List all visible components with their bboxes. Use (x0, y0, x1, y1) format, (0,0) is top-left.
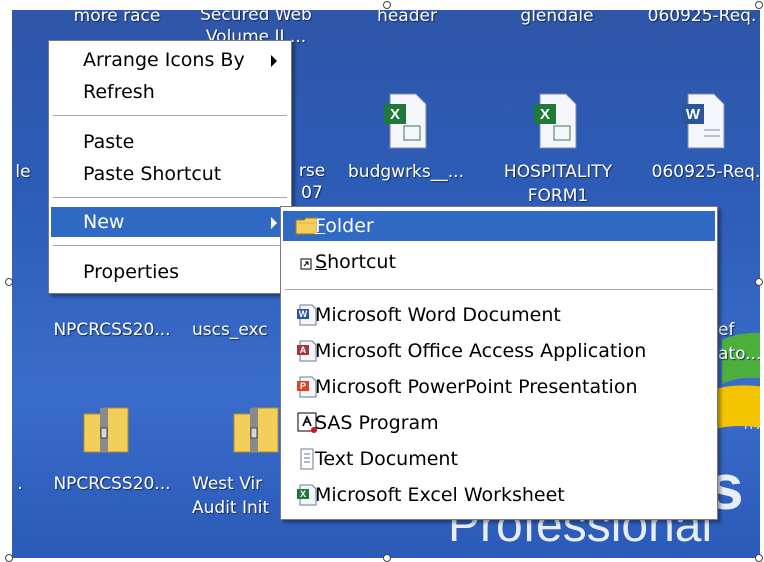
menu-item-label: Folder (315, 215, 374, 237)
desktop-icon-label[interactable]: NPCRCSS20... (42, 318, 182, 342)
menu-separator (53, 115, 287, 117)
svg-text:W: W (299, 309, 308, 319)
desktop-icon-label[interactable]: glendale (502, 10, 612, 28)
desktop-icon-label[interactable]: . (12, 472, 30, 496)
menu-separator (285, 289, 713, 291)
desktop-icon-label[interactable]: budgwrks__... (336, 160, 476, 184)
menu-item-new-sas-program[interactable]: SAS Program (283, 408, 715, 438)
menu-item-new-access-application[interactable]: A Microsoft Office Access Application (283, 336, 715, 366)
desktop-icon-label[interactable]: more race (52, 10, 182, 28)
resize-handle[interactable] (383, 554, 391, 562)
menu-item-label: Microsoft Word Document (315, 304, 561, 326)
desktop-screenshot: Professional s TM more race Secured Web … (12, 10, 760, 558)
menu-item-label: Microsoft PowerPoint Presentation (315, 376, 638, 398)
svg-text:X: X (540, 106, 550, 123)
desktop-icon-label[interactable]: HOSPITALITY FORM1 (488, 160, 628, 208)
submenu-arrow-icon (271, 217, 277, 229)
menu-item-label: Microsoft Office Access Application (315, 340, 647, 362)
menu-item-new-excel-worksheet[interactable]: X Microsoft Excel Worksheet (283, 480, 715, 510)
svg-text:P: P (300, 381, 306, 391)
desktop-icon-label[interactable]: header (352, 10, 462, 28)
menu-separator (53, 245, 287, 247)
desktop-icon-label[interactable]: NPCRCSS20... (42, 472, 182, 496)
menu-item-paste-shortcut[interactable]: Paste Shortcut (51, 159, 289, 189)
zip-folder-icon[interactable] (82, 400, 130, 458)
menu-item-new-word-document[interactable]: W Microsoft Word Document (283, 300, 715, 330)
menu-item-label: New (83, 211, 125, 233)
word-file-icon[interactable]: W (680, 92, 728, 150)
menu-item-properties[interactable]: Properties (51, 257, 289, 287)
desktop-icon-label[interactable]: 060925-Req. (636, 160, 760, 184)
menu-item-label: Paste (83, 131, 135, 153)
menu-item-label: Shortcut (315, 251, 396, 273)
excel-file-icon[interactable]: X (382, 92, 430, 150)
resize-handle[interactable] (5, 278, 13, 286)
menu-item-label: SAS Program (315, 412, 439, 434)
menu-item-label: Paste Shortcut (83, 163, 222, 185)
desktop-icon-label[interactable]: 060925-Req. (632, 10, 760, 28)
resize-handle[interactable] (383, 1, 391, 9)
excel-file-icon[interactable]: X (532, 92, 580, 150)
desktop-icon-label[interactable]: uscs_exc (192, 318, 292, 342)
menu-item-new-text-document[interactable]: Text Document (283, 444, 715, 474)
svg-text:X: X (390, 106, 400, 123)
menu-item-label: Arrange Icons By (83, 49, 245, 71)
menu-item-paste[interactable]: Paste (51, 127, 289, 157)
svg-text:A: A (300, 345, 307, 355)
menu-item-refresh[interactable]: Refresh (51, 77, 289, 107)
desktop-icon-label[interactable]: le (12, 160, 38, 184)
resize-handle[interactable] (755, 1, 763, 9)
desktop-icon-label[interactable]: West Vir Audit Init (192, 472, 282, 520)
menu-item-arrange-icons-by[interactable]: Arrange Icons By (51, 45, 289, 75)
menu-item-label: Text Document (315, 448, 458, 470)
menu-item-new[interactable]: New (51, 207, 289, 237)
submenu-arrow-icon (271, 55, 277, 67)
resize-handle[interactable] (5, 554, 13, 562)
zip-folder-icon[interactable] (232, 400, 280, 458)
menu-item-label: Microsoft Excel Worksheet (315, 484, 565, 506)
menu-item-label: Refresh (83, 81, 155, 103)
desktop-context-menu: Arrange Icons By Refresh Paste Paste Sho… (48, 40, 292, 294)
new-submenu: Folder Shortcut W Microsoft Word Documen… (280, 206, 718, 520)
desktop-icon-label[interactable]: ef ato... (718, 318, 760, 366)
menu-item-label: Properties (83, 261, 180, 283)
resize-handle[interactable] (755, 278, 763, 286)
menu-separator (53, 197, 287, 199)
desktop-icon-label[interactable]: rse 07 (292, 160, 332, 204)
svg-text:X: X (300, 489, 306, 499)
menu-item-new-powerpoint-presentation[interactable]: P Microsoft PowerPoint Presentation (283, 372, 715, 402)
resize-handle[interactable] (755, 554, 763, 562)
menu-item-new-folder[interactable]: Folder (283, 211, 715, 241)
menu-item-new-shortcut[interactable]: Shortcut (283, 247, 715, 277)
svg-text:W: W (686, 106, 701, 123)
